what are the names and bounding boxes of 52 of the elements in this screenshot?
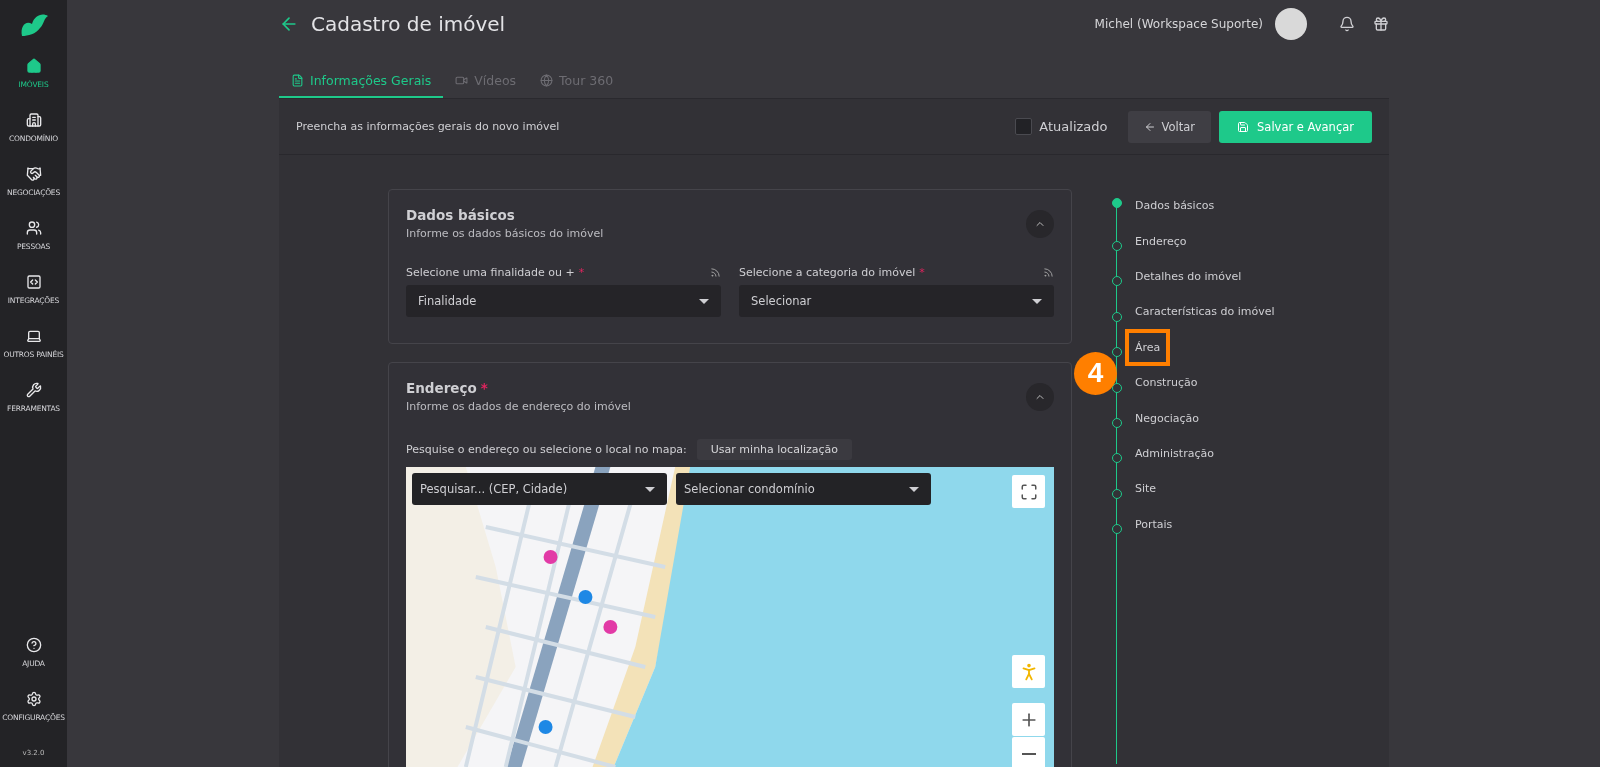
field-label: Selecione a categoria do imóvel *: [739, 266, 925, 279]
section-title: Endereço *: [406, 380, 489, 396]
field-label: Selecione uma finalidade ou + *: [406, 266, 585, 279]
tools-icon: [25, 382, 42, 398]
arrow-left-icon: [1143, 120, 1156, 133]
form-description: Preencha as informações gerais do novo imóvel: [296, 120, 561, 133]
zoom-in-button[interactable]: [1012, 703, 1045, 736]
step-link[interactable]: Endereço: [1129, 226, 1193, 256]
building-icon: [25, 112, 42, 128]
step-link[interactable]: Construção: [1129, 368, 1204, 398]
step-number-badge: 4: [1074, 351, 1117, 395]
map-prompt: Pesquise o endereço ou selecione o local no mapa:: [406, 443, 687, 456]
step-link[interactable]: Site: [1129, 474, 1163, 504]
condo-select-field[interactable]: Selecionar condomínio: [676, 473, 931, 505]
step-link[interactable]: Negociação: [1129, 403, 1206, 433]
help-icon: [25, 637, 42, 653]
select-field[interactable]: Finalidade: [406, 285, 721, 317]
step-link[interactable]: Detalhes do imóvel: [1129, 261, 1248, 291]
bell-icon[interactable]: [1339, 16, 1355, 32]
avatar[interactable]: [1275, 8, 1307, 40]
section-subtitle: Informe os dados de endereço do imóvel: [406, 400, 632, 413]
zoom-out-button[interactable]: [1012, 737, 1045, 767]
updated-checkbox[interactable]: Atualizado: [1015, 118, 1108, 135]
code-icon: [25, 274, 42, 290]
people-icon: [25, 220, 42, 236]
document-icon: [291, 74, 304, 87]
step-link[interactable]: Características do imóvel: [1129, 297, 1281, 327]
address-search-field[interactable]: Pesquisar... (CEP, Cidade): [412, 473, 667, 505]
use-location-button[interactable]: Usar minha localização: [696, 439, 853, 460]
settings-icon: [25, 691, 42, 707]
back-button[interactable]: Voltar: [1127, 110, 1212, 143]
fullscreen-icon: [1019, 482, 1038, 501]
save-icon: [1237, 120, 1250, 133]
fullscreen-button[interactable]: [1012, 475, 1045, 508]
home-icon: [25, 58, 42, 74]
video-camera-icon: [455, 74, 469, 87]
minus-icon: [1021, 752, 1036, 755]
section-subtitle: Informe os dados básicos do imóvel: [406, 227, 605, 240]
page-title: Cadastro de imóvel: [311, 12, 507, 36]
feed-icon: [710, 267, 721, 278]
gift-icon[interactable]: [1373, 16, 1389, 32]
checkbox[interactable]: [1015, 118, 1033, 135]
step-link[interactable]: Portais: [1129, 509, 1179, 539]
laptop-icon: [25, 328, 42, 344]
user-name: Michel (Workspace Suporte): [1094, 17, 1263, 31]
feed-icon: [1043, 267, 1054, 278]
section-title: Dados básicos: [406, 207, 516, 223]
step-link[interactable]: Dados básicos: [1129, 191, 1221, 221]
step-link[interactable]: Administração: [1129, 438, 1220, 468]
handshake-icon: [25, 166, 42, 182]
globe-icon: [540, 74, 554, 87]
select-field[interactable]: Selecionar: [739, 285, 1054, 317]
